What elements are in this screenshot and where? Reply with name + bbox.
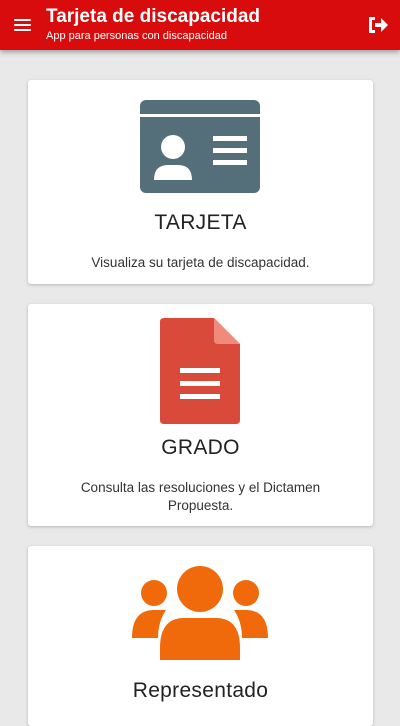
id-card-icon xyxy=(140,100,260,193)
menu-icon-line xyxy=(14,19,31,22)
app-title: Tarjeta de discapacidad xyxy=(46,6,261,27)
menu-icon-line xyxy=(14,24,31,27)
app-subtitle: App para personas con discapacidad xyxy=(46,30,228,42)
app-bar: Tarjeta de discapacidad App para persona… xyxy=(0,0,400,50)
logout-button[interactable] xyxy=(366,13,390,37)
card-tarjeta[interactable]: TARJETA Visualiza su tarjeta de discapac… xyxy=(28,80,373,284)
card-representado[interactable]: Representado xyxy=(28,546,373,726)
menu-icon-line xyxy=(14,29,31,32)
card-grado[interactable]: GRADO Consulta las resoluciones y el Dic… xyxy=(28,304,373,526)
card-title: TARJETA xyxy=(154,211,247,234)
document-icon xyxy=(160,318,240,424)
card-title: Representado xyxy=(132,679,269,702)
menu-button[interactable] xyxy=(12,15,34,35)
logout-icon xyxy=(369,17,388,33)
card-description: Consulta las resoluciones y el Dictamen … xyxy=(80,480,321,513)
users-group-icon xyxy=(132,566,268,660)
card-description: Visualiza su tarjeta de discapacidad. xyxy=(91,255,310,270)
card-title: GRADO xyxy=(161,436,240,459)
